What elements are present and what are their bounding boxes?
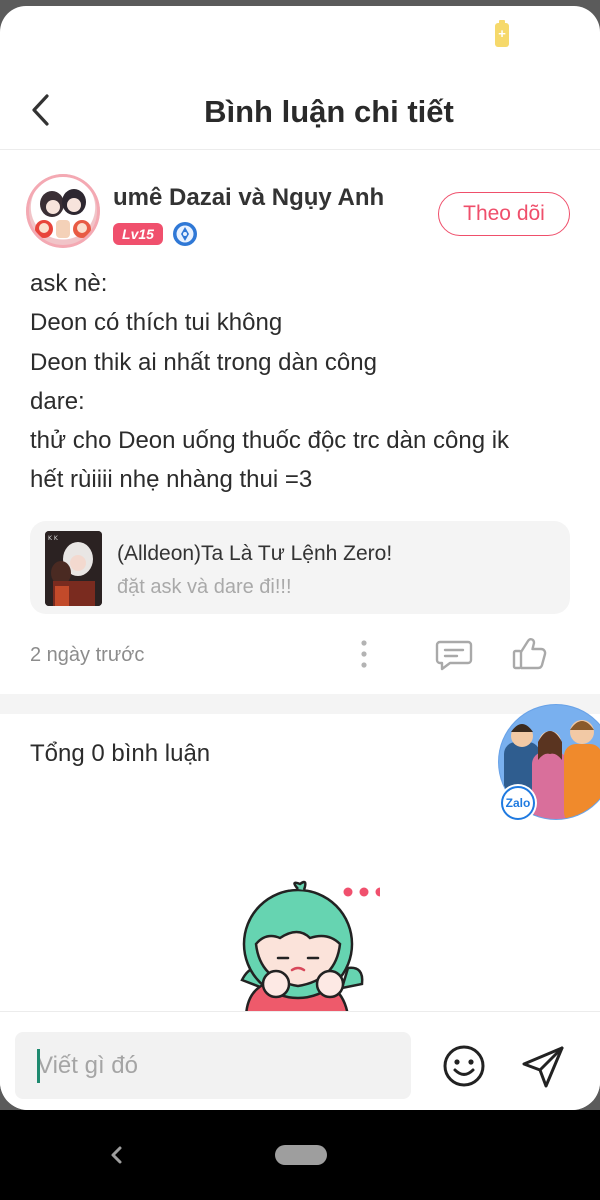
story-subtitle: đặt ask và dare đi!!! [117, 576, 292, 598]
post-body-line: ask nè: [30, 270, 108, 297]
medal-icon [173, 222, 197, 246]
follow-button[interactable]: Theo dõi [438, 192, 570, 236]
level-badge: Lv15 [113, 223, 163, 245]
post-body-line: hết rùiiii nhẹ nhàng thui =3 [30, 466, 313, 494]
empty-comments-mascot-illustration [240, 880, 380, 1016]
post-body-line: Deon có thích tui không [30, 309, 283, 337]
comment-icon[interactable] [434, 637, 474, 673]
app-screen: + Bình luận chi tiết umê Dazai và Ngụy A… [0, 6, 600, 1110]
header: Bình luận chi tiết [0, 66, 600, 150]
post-body-line: Deon thik ai nhất trong dàn công [30, 348, 377, 376]
post-timestamp: 2 ngày trước [30, 644, 145, 666]
text-cursor [37, 1049, 40, 1083]
charging-battery-icon: + [495, 20, 509, 47]
zalo-group-avatar-icon: Zalo [498, 704, 600, 822]
zalo-label: Zalo [506, 796, 531, 810]
story-link-card[interactable]: K K (Alldeon)Ta Là Tư Lệnh Zero! đặt ask… [30, 521, 570, 614]
more-options-icon[interactable] [349, 636, 379, 672]
svg-text:K K: K K [48, 535, 59, 542]
post-body-line: thử cho Deon uống thuốc độc trc dàn công… [30, 427, 510, 455]
post-card: umê Dazai và Ngụy Anh Lv15 Theo dõi ask … [0, 156, 600, 694]
emoji-icon[interactable] [440, 1042, 488, 1090]
status-bar: + [0, 6, 600, 66]
author-name[interactable]: umê Dazai và Ngụy Anh [113, 184, 384, 212]
comment-input[interactable] [15, 1032, 411, 1099]
comment-composer [0, 1011, 600, 1110]
system-back-icon[interactable] [105, 1142, 127, 1168]
post-body: ask nè: Deon có thích tui không Deon thi… [30, 264, 575, 500]
comments-total: Tổng 0 bình luận [30, 740, 211, 767]
zalo-floating-button[interactable]: Zalo [496, 702, 600, 822]
system-home-pill[interactable] [275, 1145, 327, 1165]
thumbs-up-icon[interactable] [510, 636, 548, 672]
avatar[interactable] [26, 174, 100, 248]
send-icon[interactable] [518, 1042, 568, 1092]
post-body-line: dare: [30, 387, 85, 415]
system-navigation-bar [0, 1110, 600, 1200]
page-title: Bình luận chi tiết [204, 94, 454, 129]
story-cover-image: K K [45, 531, 102, 606]
story-title: (Alldeon)Ta Là Tư Lệnh Zero! [117, 542, 393, 565]
